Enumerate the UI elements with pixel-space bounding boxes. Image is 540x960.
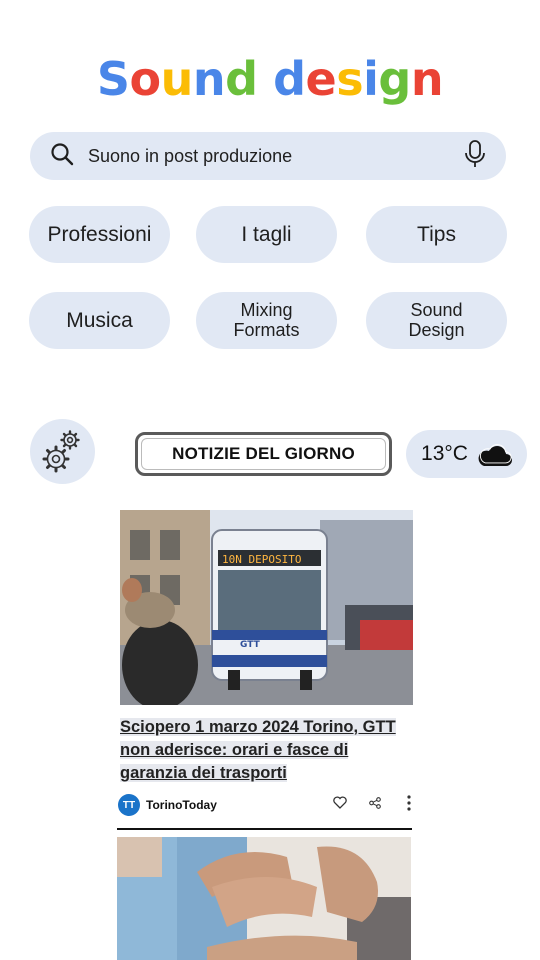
search-icon <box>50 142 74 171</box>
weather-widget[interactable]: 13°C <box>406 430 527 478</box>
logo-letter: o <box>129 52 162 106</box>
settings-button[interactable] <box>30 419 95 484</box>
logo-letter: i <box>363 52 379 106</box>
article-divider <box>117 828 412 830</box>
logo-letter: s <box>336 52 364 106</box>
chip-i-tagli[interactable]: I tagli <box>196 206 337 263</box>
logo-letter: d <box>273 52 306 106</box>
logo-letter <box>258 52 274 106</box>
chip-musica[interactable]: Musica <box>29 292 170 349</box>
article-source-row: TT TorinoToday <box>118 793 413 817</box>
more-options-icon[interactable] <box>407 794 411 816</box>
article-headline[interactable]: Sciopero 1 marzo 2024 Torino, GTT non ad… <box>120 716 415 785</box>
search-input[interactable]: Suono in post produzione <box>88 146 464 167</box>
chip-tips[interactable]: Tips <box>366 206 507 263</box>
source-avatar: TT <box>118 794 140 816</box>
article-image-bus[interactable]: 10N DEPOSITO GTT <box>120 510 413 705</box>
source-name: TorinoToday <box>146 798 217 812</box>
logo-letter: g <box>378 52 411 106</box>
bus-destination-sign: 10N DEPOSITO <box>222 553 301 566</box>
chip-professioni[interactable]: Professioni <box>29 206 170 263</box>
article-image-physiotherapy[interactable] <box>117 837 411 960</box>
news-header-label: NOTIZIE DEL GIORNO <box>172 444 355 463</box>
cloud-icon <box>478 444 512 466</box>
logo-letter: d <box>225 52 258 106</box>
logo-letter: S <box>96 52 130 106</box>
logo-letter: e <box>305 52 337 106</box>
app-logo: Sound design <box>0 52 540 106</box>
search-bar[interactable]: Suono in post produzione <box>30 132 506 180</box>
news-header: NOTIZIE DEL GIORNO <box>135 432 392 476</box>
bus-brand: GTT <box>240 640 261 650</box>
logo-letter: u <box>160 52 194 106</box>
logo-letter: n <box>410 52 444 106</box>
chip-mixing-formats[interactable]: Mixing Formats <box>196 292 337 349</box>
article-headline-text[interactable]: Sciopero 1 marzo 2024 Torino, GTT non ad… <box>120 718 396 782</box>
chip-sound-design[interactable]: Sound Design <box>366 292 507 349</box>
logo-letter: n <box>192 52 226 106</box>
gears-icon <box>42 430 80 473</box>
share-icon[interactable] <box>369 796 381 814</box>
heart-icon[interactable] <box>333 796 347 814</box>
temperature: 13°C <box>421 442 468 465</box>
microphone-icon[interactable] <box>464 139 486 174</box>
